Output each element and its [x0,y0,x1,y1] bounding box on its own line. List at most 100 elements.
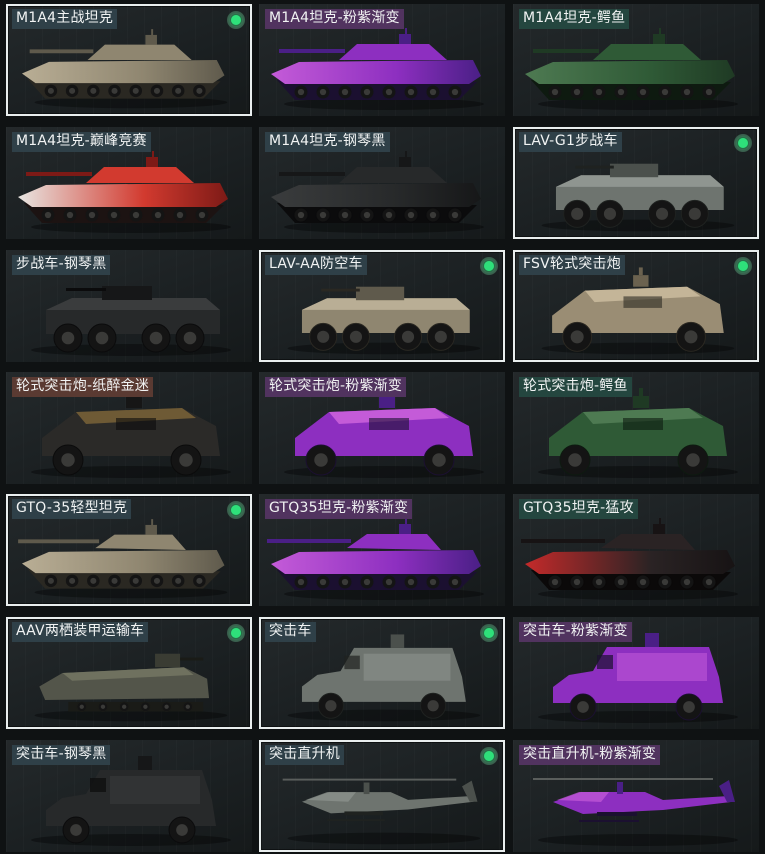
vehicle-card[interactable]: M1A4主战坦克 [6,4,252,116]
vehicle-name-tag: 突击车 [265,622,316,642]
vehicle-card[interactable]: GTQ35坦克-粉紫渐变 [259,494,505,606]
owned-indicator-icon [734,134,752,152]
wheel-hub [573,88,581,96]
wheel-hub [661,578,669,586]
vehicle-name-tag: M1A4坦克-钢琴黑 [265,132,390,152]
antenna [151,29,154,37]
wheel-hub [407,211,415,219]
vehicle-card[interactable]: M1A4坦克-粉紫渐变 [259,4,505,116]
window [623,418,663,430]
vehicle-card[interactable]: 突击直升机-粉紫渐变 [513,740,759,852]
vehicle-card[interactable]: 突击直升机 [259,740,505,852]
gun-barrel [321,288,360,292]
vehicle-name-tag: GTQ35坦克-粉紫渐变 [265,499,413,519]
vehicle-card[interactable]: GTQ35坦克-猛攻 [513,494,759,606]
hull [271,550,481,574]
wheel-hub [429,88,437,96]
turret [355,286,405,301]
vehicle-card[interactable]: M1A4坦克-巅峰竞赛 [6,127,252,239]
turret [379,396,395,408]
rotor-mast [617,782,623,794]
vehicle-name-tag: M1A4坦克-巅峰竞赛 [12,132,151,152]
wheel-hub [341,88,349,96]
vehicle-card[interactable]: AAV两栖装甲运输车 [6,617,252,729]
wheel-hub [363,211,371,219]
ground-shadow [287,832,481,845]
wheel-hub [44,211,52,219]
sight [145,34,157,45]
vehicle-card[interactable]: LAV-G1步战车 [513,127,759,239]
vehicle-card[interactable]: 突击车-粉紫渐变 [513,617,759,729]
vehicle-name-tag: M1A4主战坦克 [12,9,118,29]
wheel-hub [132,87,139,94]
wheel-hub [100,704,106,709]
vehicle-card[interactable]: 轮式突击炮-粉紫渐变 [259,372,505,484]
hull [271,60,481,84]
vehicle-name-tag: LAV-AA防空车 [265,255,367,275]
turret [633,275,649,287]
hull [18,183,228,207]
wheel-hub [639,578,647,586]
owned-indicator-icon [480,257,498,275]
turret [609,163,659,178]
wheel-hub [325,700,337,712]
wheel-hub [385,578,393,586]
wheel-hub [47,577,54,584]
owned-indicator-icon [734,257,752,275]
vehicle-card[interactable]: M1A4坦克-钢琴黑 [259,127,505,239]
wheel-hub [132,211,140,219]
gun-barrel [66,288,106,291]
wheel-hub [164,704,169,709]
wheel-hub [143,704,148,709]
vehicle-card[interactable]: LAV-AA防空车 [259,250,505,362]
wheel-hub [132,577,139,584]
wheel-hub [122,704,127,709]
wheel-hub [69,87,76,94]
wheel-hub [385,88,393,96]
wheel-hub [70,824,82,836]
gun-barrel [29,49,94,54]
wheel-hub [319,211,327,219]
vehicle-card[interactable]: FSV轮式突击炮 [513,250,759,362]
wheel-hub [319,88,327,96]
wheel-hub [363,88,371,96]
gun-mount [639,388,643,396]
wheel-hub [429,578,437,586]
wheel-hub [570,330,584,344]
vehicle-name-tag: 轮式突击炮-粉紫渐变 [265,377,407,397]
wheel-hub [69,577,76,584]
landing-gear [579,820,639,822]
wheel-hub [573,578,581,586]
turret [155,653,181,668]
vehicle-card[interactable]: 步战车-钢琴黑 [6,250,252,362]
wheel-hub [401,330,415,343]
wheel-hub [79,704,84,709]
vehicle-card[interactable]: 突击车 [259,617,505,729]
wheel-hub [196,87,203,94]
wheel-hub [317,330,330,343]
vehicle-name-tag: 突击车-粉紫渐变 [519,622,632,642]
wheel-hub [551,578,559,586]
vehicle-card[interactable]: 轮式突击炮-鳄鱼 [513,372,759,484]
ground-shadow [538,711,738,723]
vehicle-card[interactable]: M1A4坦克-鳄鱼 [513,4,759,116]
wheel-hub [176,211,184,219]
wheel-hub [407,578,415,586]
hull [21,60,225,84]
wheel-hub [88,211,96,219]
wheel-hub [111,577,118,584]
turret [601,534,695,550]
antenna [659,518,661,526]
wheel-hub [66,211,74,219]
vehicle-card[interactable]: 轮式突击炮-纸醉金迷 [6,372,252,484]
ground-shadow [31,834,231,846]
hull [525,60,735,84]
vehicle-card[interactable]: GTQ-35轻型坦克 [6,494,252,606]
wheel-hub [297,578,305,586]
wheel-hub [451,578,459,586]
turret [339,167,447,183]
gun-mount [638,267,643,276]
wheel-hub [111,87,118,94]
wheel-hub [363,578,371,586]
vehicle-card[interactable]: 突击车-钢琴黑 [6,740,252,852]
